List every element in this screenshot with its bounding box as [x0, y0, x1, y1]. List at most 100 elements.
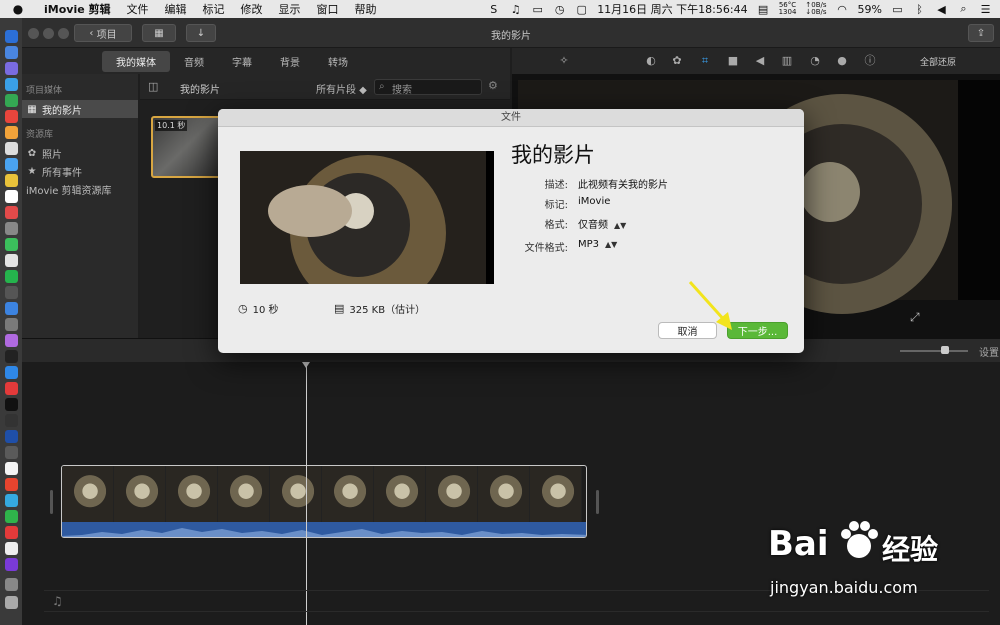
vivaldi-icon[interactable]	[5, 382, 18, 395]
file-format-select[interactable]: MP3 ▲▼	[578, 239, 617, 250]
clock-icon[interactable]: ◷	[553, 3, 566, 16]
speed-icon[interactable]: ◔	[808, 54, 822, 68]
star-app-icon[interactable]	[5, 558, 18, 571]
color-balance-icon[interactable]: ◐	[644, 54, 658, 68]
reset-all-button[interactable]: 全部还原	[920, 55, 956, 68]
settings-gear-icon[interactable]: ⚙	[488, 79, 498, 92]
files-icon[interactable]	[5, 174, 18, 187]
share-button[interactable]: ⇪	[968, 24, 994, 42]
timeline-clip[interactable]	[61, 465, 587, 538]
tab-my-media[interactable]: 我的媒体	[102, 50, 170, 72]
format-select[interactable]: 仅音频 ▲▼	[578, 216, 626, 231]
control-center-icon[interactable]: ☰	[979, 3, 992, 16]
menu-edit[interactable]: 编辑	[157, 1, 195, 17]
playhead[interactable]	[306, 362, 307, 625]
magic-wand-icon[interactable]: ✧	[557, 54, 571, 68]
trash-icon[interactable]	[5, 596, 18, 609]
facetime-icon[interactable]	[5, 238, 18, 251]
podcasts-icon[interactable]	[5, 334, 18, 347]
crop-icon[interactable]: ⌗	[698, 54, 712, 68]
preview-icon[interactable]	[5, 190, 18, 203]
system-prefs-icon[interactable]	[5, 222, 18, 235]
launchpad-icon[interactable]	[5, 62, 18, 75]
menu-help[interactable]: 帮助	[347, 1, 385, 17]
volume-icon[interactable]: ◀	[935, 3, 948, 16]
sidebar-item-all-events[interactable]: ★ 所有事件	[22, 162, 138, 180]
wechat2-icon[interactable]	[5, 510, 18, 523]
sidebar-item-photos[interactable]: ✿ 照片	[22, 144, 138, 162]
tags-field[interactable]: iMovie	[578, 196, 610, 207]
clip-trim-handle-right[interactable]	[596, 490, 599, 514]
photobooth-icon[interactable]	[5, 206, 18, 219]
app-icon[interactable]	[5, 446, 18, 459]
color-palette-icon[interactable]: ✿	[670, 54, 684, 68]
yandex-icon[interactable]	[5, 462, 18, 475]
safari-icon[interactable]	[5, 78, 18, 91]
finder-icon[interactable]	[5, 30, 18, 43]
imovie-dock-icon[interactable]	[5, 542, 18, 555]
music-icon[interactable]: ♫	[509, 3, 522, 16]
zoom-slider-handle[interactable]	[941, 346, 949, 354]
search-icon[interactable]: ⌕	[957, 2, 970, 15]
sogou-input-icon[interactable]: S	[487, 3, 500, 16]
qq-icon[interactable]	[5, 494, 18, 507]
sidebar-toggle-icon[interactable]: ◫	[148, 80, 158, 93]
tab-backgrounds[interactable]: 背景	[266, 51, 314, 72]
chrome-icon[interactable]	[5, 110, 18, 123]
camera-icon[interactable]	[5, 286, 18, 299]
menu-mark[interactable]: 标记	[195, 1, 233, 17]
clip-filter-dropdown[interactable]: 所有片段 ◆	[316, 81, 367, 96]
filter-icon[interactable]: ●	[835, 54, 849, 68]
photos-app-icon[interactable]	[5, 254, 18, 267]
clipboard-icon[interactable]: ▤	[757, 3, 770, 16]
stabilization-icon[interactable]: ■	[726, 54, 740, 68]
activity-icon[interactable]	[5, 414, 18, 427]
clip-thumbnail[interactable]: 10.1 秒	[151, 116, 221, 178]
appletv-icon[interactable]	[5, 350, 18, 363]
appstore2-icon[interactable]	[5, 366, 18, 379]
playhead-marker-icon[interactable]	[302, 362, 310, 368]
menu-file[interactable]: 文件	[119, 1, 157, 17]
menu-window[interactable]: 窗口	[309, 1, 347, 17]
menu-modify[interactable]: 修改	[233, 1, 271, 17]
timeline-settings-button[interactable]: 设置	[979, 344, 999, 359]
netease-icon[interactable]	[5, 478, 18, 491]
equalizer-icon[interactable]: ▥	[780, 54, 794, 68]
info-icon[interactable]: ⓘ	[863, 54, 877, 68]
description-field[interactable]: 此视频有关我的影片	[578, 176, 668, 191]
volume-adjust-icon[interactable]: ◀	[753, 54, 767, 68]
fullscreen-icon[interactable]: ⤢	[910, 310, 920, 325]
messages-app-icon[interactable]	[5, 270, 18, 283]
messages-icon[interactable]: ▭	[531, 3, 544, 16]
tab-audio[interactable]: 音频	[170, 51, 218, 72]
wechat-icon[interactable]	[5, 94, 18, 107]
mail-icon[interactable]	[5, 302, 18, 315]
tab-titles[interactable]: 字幕	[218, 51, 266, 72]
apple-menu-icon[interactable]: ●	[0, 2, 36, 16]
app-menu[interactable]: iMovie 剪辑	[36, 1, 119, 17]
contacts-icon[interactable]	[5, 318, 18, 331]
weibo-icon[interactable]	[5, 526, 18, 539]
terminal-icon[interactable]	[5, 398, 18, 411]
battery-percent[interactable]: 59%	[858, 3, 882, 16]
sidebar-item-library[interactable]: iMovie 剪辑资源库	[22, 180, 138, 198]
appstore-icon[interactable]	[5, 158, 18, 171]
notes-icon[interactable]	[5, 126, 18, 139]
siri-icon[interactable]	[5, 46, 18, 59]
wifi-icon[interactable]: ◠	[836, 3, 849, 16]
datetime[interactable]: 11月16日 周六 下午18:56:44	[597, 1, 747, 17]
clip-trim-handle-left[interactable]	[50, 490, 53, 514]
downloads-icon[interactable]	[5, 578, 18, 591]
vpn-icon[interactable]	[5, 430, 18, 443]
menu-view[interactable]: 显示	[271, 1, 309, 17]
annotation-arrow	[688, 280, 732, 330]
search-input[interactable]: 搜索	[392, 81, 412, 96]
calendar-icon[interactable]	[5, 142, 18, 155]
search-field[interactable]: ⌕ 搜索	[374, 79, 482, 96]
zoom-slider[interactable]	[900, 350, 968, 352]
sidebar-item-my-movie[interactable]: ▦ 我的影片	[22, 100, 138, 118]
tab-transitions[interactable]: 转场	[314, 51, 362, 72]
battery-icon[interactable]: ▭	[891, 3, 904, 16]
bluetooth-icon[interactable]: ᛒ	[913, 3, 926, 16]
display-icon[interactable]: ▢	[575, 3, 588, 16]
